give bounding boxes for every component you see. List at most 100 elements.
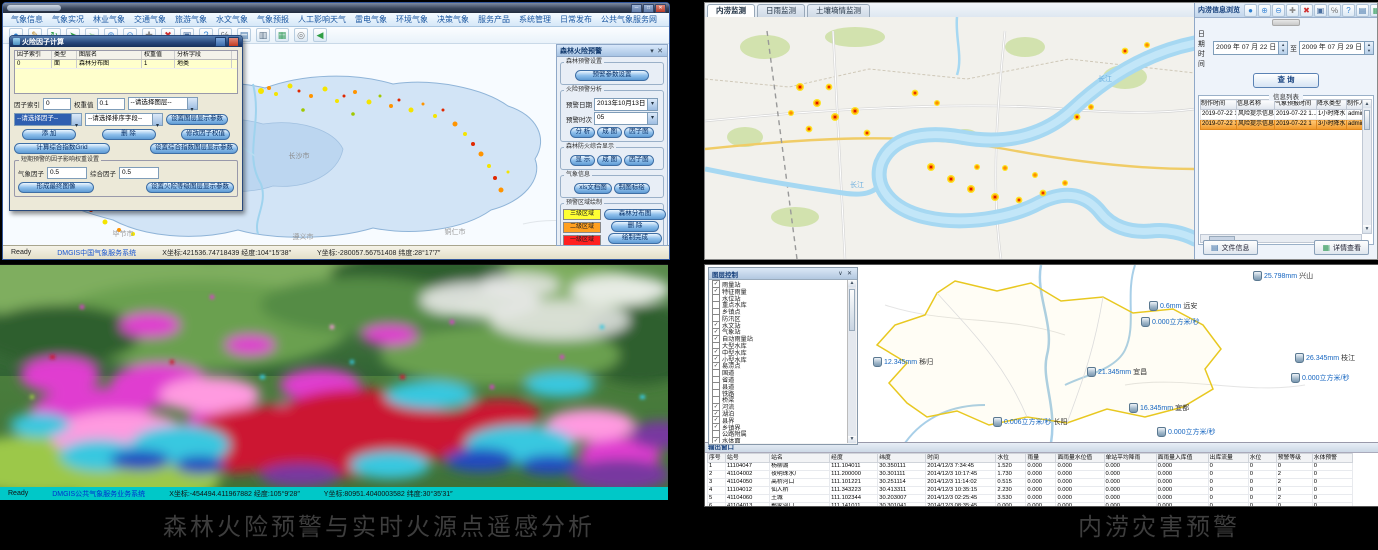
menu-item[interactable]: 环境气象 bbox=[396, 14, 428, 25]
col-header[interactable]: 水位 bbox=[996, 454, 1026, 463]
col-header[interactable]: 降水类型 bbox=[1317, 100, 1347, 110]
factor-map-button[interactable]: 因子图 bbox=[624, 155, 654, 166]
station-data-table[interactable]: 序号 站号 站名 经度 纬度 时间 水位 雨量 面雨量水位值 单站平均降雨 面雨… bbox=[707, 453, 1353, 507]
col-header[interactable]: 面雨量水位值 bbox=[1056, 454, 1104, 463]
station-marker[interactable]: 12.345mm秭归 bbox=[873, 357, 933, 367]
table-row[interactable]: 111104047杨柳湖111.10401130.3501112014/12/3… bbox=[708, 463, 1353, 471]
station-icon[interactable] bbox=[1149, 301, 1158, 311]
table-row[interactable]: 411104012仙人桥111.34322330.4133112014/12/3… bbox=[708, 486, 1353, 494]
station-icon[interactable] bbox=[873, 357, 882, 367]
close-icon[interactable]: ✕ bbox=[656, 47, 664, 55]
map-icon[interactable]: ▦ bbox=[275, 28, 289, 42]
col-header[interactable]: 序号 bbox=[708, 454, 726, 463]
factor-index-field[interactable]: 0 bbox=[43, 98, 71, 110]
calc-grid-button[interactable]: 计算综合指数Grid bbox=[14, 143, 110, 154]
pan-hand-icon[interactable]: ✚ bbox=[1286, 4, 1299, 17]
warning-level-chip[interactable]: 三级区域 bbox=[563, 209, 601, 220]
menu-item[interactable]: 旅游气象 bbox=[175, 14, 207, 25]
col-header[interactable]: 水位 bbox=[1248, 454, 1276, 463]
factor-select[interactable]: --请选择因子-- bbox=[14, 113, 82, 126]
warning-level-chip[interactable]: 二级区域 bbox=[563, 222, 601, 233]
station-icon[interactable] bbox=[1291, 373, 1300, 383]
table-row[interactable]: 641104013鄢家河口111.14101130.3010412014/12/… bbox=[708, 502, 1353, 507]
analyze-button[interactable]: 分 析 bbox=[570, 127, 595, 138]
chevron-down-icon[interactable] bbox=[187, 98, 197, 109]
warning-date-select[interactable]: 2013年10月13日 bbox=[594, 98, 658, 111]
panel-titlebar[interactable]: 森林火险预警 ▾ ✕ bbox=[557, 45, 667, 57]
factor-table[interactable]: 因子索引 类型 图层名 权重值 分析字段 0 面 森林分布图 1 地类 bbox=[14, 50, 238, 94]
chevron-down-icon[interactable] bbox=[71, 114, 81, 125]
station-icon[interactable] bbox=[1141, 317, 1150, 327]
col-header[interactable]: 水体预警 bbox=[1312, 454, 1352, 463]
menu-item[interactable]: 气象实况 bbox=[52, 14, 84, 25]
scroll-down-icon[interactable]: ▼ bbox=[1363, 225, 1371, 233]
chevron-down-icon[interactable] bbox=[647, 113, 657, 124]
date-spinner[interactable]: ▲▼ bbox=[1364, 42, 1373, 54]
col-header[interactable]: 面雨量入库值 bbox=[1156, 454, 1208, 463]
menu-item[interactable]: 气象信息 bbox=[11, 14, 43, 25]
panel-titlebar[interactable]: 内涝信息浏览 ●⊕⊖✚✖▣℅?▤▦◀✉✕ bbox=[1195, 3, 1377, 18]
tab-flood-monitor[interactable]: 内涝监测 bbox=[707, 4, 755, 18]
window-titlebar[interactable]: ─□✕ bbox=[3, 3, 669, 13]
window-control-button[interactable]: □ bbox=[643, 4, 654, 13]
warning-level-chip[interactable]: 一级区域 bbox=[563, 235, 601, 246]
date-to-picker[interactable]: 2009 年 07 月 29 日 ▲▼ bbox=[1299, 41, 1374, 55]
satellite-image-canvas[interactable] bbox=[0, 265, 668, 487]
query-button[interactable]: 查 询 bbox=[1253, 73, 1319, 88]
station-marker[interactable]: 0.000立方米/秒 bbox=[1141, 317, 1199, 327]
scroll-thumb[interactable] bbox=[849, 289, 855, 331]
final-image-button[interactable]: 形成最终图像 bbox=[18, 182, 94, 193]
collapse-icon[interactable]: ∨ bbox=[836, 270, 845, 277]
menu-item[interactable]: 雷电气象 bbox=[355, 14, 387, 25]
layer-list[interactable]: ✓雨量站✓特征雨量水位站重点水库乡镇点防汛区✓水文站✓气象站✓自动雨量站大型水库… bbox=[710, 280, 847, 443]
station-marker[interactable]: 0.000立方米/秒 bbox=[1157, 427, 1215, 437]
sort-select[interactable]: --请选择排序字段-- bbox=[85, 113, 163, 126]
minimize-icon[interactable] bbox=[215, 37, 226, 47]
menu-item[interactable]: 系统管理 bbox=[519, 14, 551, 25]
back-icon[interactable]: ◀ bbox=[313, 28, 327, 42]
set-fire-level-params-button[interactable]: 设置火险等级图层显示参数 bbox=[146, 182, 234, 193]
layer-checkbox[interactable]: ✓ bbox=[712, 437, 720, 443]
fire-factor-dialog[interactable]: 火险因子计算 因子索引 类型 图层名 权重值 分析字段 0 面 bbox=[9, 35, 243, 211]
vertical-scrollbar[interactable]: ▲▼ bbox=[847, 280, 856, 443]
table-row[interactable]: 341104050高桥河口111.10122130.2511142014/12/… bbox=[708, 478, 1353, 486]
scroll-down-icon[interactable]: ▼ bbox=[848, 436, 856, 443]
table-row[interactable]: 2019-07-22 1... 风险提示信息... 2019-07-22 1..… bbox=[1201, 110, 1365, 120]
window-control-button[interactable]: ✕ bbox=[655, 4, 666, 13]
menu-item[interactable]: 林业气象 bbox=[93, 14, 125, 25]
menu-item[interactable]: 交通气象 bbox=[134, 14, 166, 25]
menu-item[interactable]: 决策气象 bbox=[437, 14, 469, 25]
station-marker[interactable]: 21.345mm宜昌 bbox=[1087, 367, 1147, 377]
splitter-handle[interactable] bbox=[1195, 18, 1377, 26]
factor-map-button[interactable]: 因子图 bbox=[624, 127, 654, 138]
date-from-picker[interactable]: 2009 年 07 月 22 日 ▲▼ bbox=[1213, 41, 1288, 55]
station-marker[interactable]: 0.6mm远安 bbox=[1149, 301, 1197, 311]
tab-daily-rain[interactable]: 日雨监测 bbox=[757, 4, 805, 18]
station-icon[interactable] bbox=[1253, 271, 1262, 281]
table-row[interactable]: 241104002夜明珠水厂111.20000030.3011112014/12… bbox=[708, 470, 1353, 478]
table-row[interactable]: 0 面 森林分布图 1 地类 bbox=[15, 60, 237, 69]
layer-panel-titlebar[interactable]: 图层控制 ∨ ✕ bbox=[709, 268, 857, 280]
close-icon[interactable]: ✕ bbox=[845, 270, 854, 277]
station-icon[interactable] bbox=[1129, 403, 1138, 413]
search-icon[interactable]: ◎ bbox=[294, 28, 308, 42]
info-table[interactable]: 制作时间 信息名称 气象预报时间 降水类型 制作人 2019-07-22 1..… bbox=[1200, 99, 1365, 130]
col-header[interactable]: 雨量 bbox=[1026, 454, 1056, 463]
finish-draw-button[interactable]: 绘制完成 bbox=[608, 233, 662, 244]
layer-item[interactable]: ✓水体面 bbox=[712, 437, 847, 443]
pin-icon[interactable]: ▾ bbox=[648, 47, 656, 55]
col-header[interactable]: 站号 bbox=[726, 454, 770, 463]
menu-item[interactable]: 服务产品 bbox=[478, 14, 510, 25]
scroll-thumb[interactable] bbox=[1364, 110, 1370, 130]
add-button[interactable]: 添 加 bbox=[22, 129, 76, 140]
help-icon[interactable]: ? bbox=[1342, 4, 1355, 17]
col-header[interactable]: 经度 bbox=[830, 454, 878, 463]
set-layer-params-button[interactable]: 设置图层显示参数 bbox=[166, 114, 228, 125]
xls-doc-button[interactable]: xls文档图 bbox=[574, 183, 611, 194]
scroll-up-icon[interactable]: ▲ bbox=[1363, 100, 1371, 108]
make-map-button[interactable]: 成 图 bbox=[597, 127, 622, 138]
window-control-button[interactable]: ─ bbox=[631, 4, 642, 13]
weight-field[interactable]: 0.1 bbox=[97, 98, 125, 110]
layer-select[interactable]: --请选择图层-- bbox=[128, 97, 198, 110]
chevron-down-icon[interactable] bbox=[647, 99, 657, 110]
